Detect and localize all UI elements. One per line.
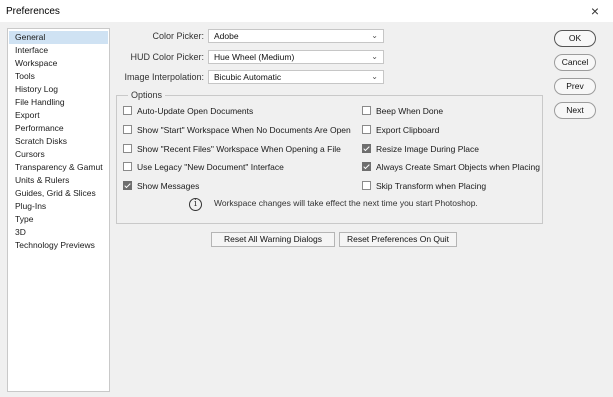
image-interpolation-value: Bicubic Automatic	[214, 72, 282, 82]
checkbox-box[interactable]	[362, 125, 371, 134]
checkbox-box[interactable]	[123, 125, 132, 134]
checkbox-box[interactable]	[123, 162, 132, 171]
option-label: Beep When Done	[376, 106, 444, 116]
ok-button[interactable]: OK	[554, 30, 596, 47]
info-icon: i	[189, 198, 202, 211]
color-picker-select[interactable]: Adobe ⌄	[208, 29, 384, 43]
sidebar-item-cursors[interactable]: Cursors	[9, 148, 108, 161]
close-icon[interactable]: ×	[591, 3, 599, 19]
cancel-button[interactable]: Cancel	[554, 54, 596, 71]
sidebar-item-performance[interactable]: Performance	[9, 122, 108, 135]
image-interpolation-select[interactable]: Bicubic Automatic ⌄	[208, 70, 384, 84]
reset-all-warning-dialogs-button[interactable]: Reset All Warning Dialogs	[211, 232, 335, 247]
option-label: Always Create Smart Objects when Placing	[376, 162, 540, 172]
chevron-down-icon: ⌄	[371, 52, 378, 61]
color-picker-label: Color Picker:	[152, 31, 204, 41]
next-button[interactable]: Next	[554, 102, 596, 119]
hud-color-picker-select[interactable]: Hue Wheel (Medium) ⌄	[208, 50, 384, 64]
option-label: Show "Recent Files" Workspace When Openi…	[137, 144, 341, 154]
sidebar-item-guides-grid-slices[interactable]: Guides, Grid & Slices	[9, 187, 108, 200]
sidebar-item-transparency-gamut[interactable]: Transparency & Gamut	[9, 161, 108, 174]
image-interpolation-label: Image Interpolation:	[124, 72, 204, 82]
sidebar-item-3d[interactable]: 3D	[9, 226, 108, 239]
sidebar-item-type[interactable]: Type	[9, 213, 108, 226]
checkbox-box[interactable]	[362, 106, 371, 115]
sidebar-item-technology-previews[interactable]: Technology Previews	[9, 239, 108, 252]
checkbox-box[interactable]	[123, 181, 132, 190]
option-label: Show "Start" Workspace When No Documents…	[137, 125, 351, 135]
window-title: Preferences	[6, 6, 60, 17]
sidebar-item-history-log[interactable]: History Log	[9, 83, 108, 96]
option-label: Resize Image During Place	[376, 144, 479, 154]
checkbox-box[interactable]	[362, 144, 371, 153]
checkbox-box[interactable]	[362, 181, 371, 190]
color-picker-value: Adobe	[214, 31, 239, 41]
sidebar-item-general[interactable]: General	[9, 31, 108, 44]
option-label: Skip Transform when Placing	[376, 181, 487, 191]
sidebar-item-file-handling[interactable]: File Handling	[9, 96, 108, 109]
sidebar-item-plug-ins[interactable]: Plug-Ins	[9, 200, 108, 213]
sidebar-item-units-rulers[interactable]: Units & Rulers	[9, 174, 108, 187]
workspace-info-message: Workspace changes will take effect the n…	[214, 198, 478, 208]
option-label: Use Legacy "New Document" Interface	[137, 162, 284, 172]
checkbox-box[interactable]	[123, 144, 132, 153]
reset-preferences-on-quit-button[interactable]: Reset Preferences On Quit	[339, 232, 457, 247]
sidebar-item-export[interactable]: Export	[9, 109, 108, 122]
chevron-down-icon: ⌄	[371, 31, 378, 40]
option-label: Auto-Update Open Documents	[137, 106, 254, 116]
chevron-down-icon: ⌄	[371, 72, 378, 81]
option-label: Export Clipboard	[376, 125, 440, 135]
category-list: General Interface Workspace Tools Histor…	[7, 28, 110, 392]
checkbox-box[interactable]	[362, 162, 371, 171]
hud-color-picker-label: HUD Color Picker:	[130, 52, 204, 62]
title-bar: Preferences ×	[0, 0, 613, 22]
sidebar-item-interface[interactable]: Interface	[9, 44, 108, 57]
options-legend: Options	[128, 90, 166, 100]
sidebar-item-workspace[interactable]: Workspace	[9, 57, 108, 70]
checkbox-box[interactable]	[123, 106, 132, 115]
sidebar-item-scratch-disks[interactable]: Scratch Disks	[9, 135, 108, 148]
prev-button[interactable]: Prev	[554, 78, 596, 95]
hud-color-picker-value: Hue Wheel (Medium)	[214, 52, 295, 62]
option-label: Show Messages	[137, 181, 200, 191]
sidebar-item-tools[interactable]: Tools	[9, 70, 108, 83]
